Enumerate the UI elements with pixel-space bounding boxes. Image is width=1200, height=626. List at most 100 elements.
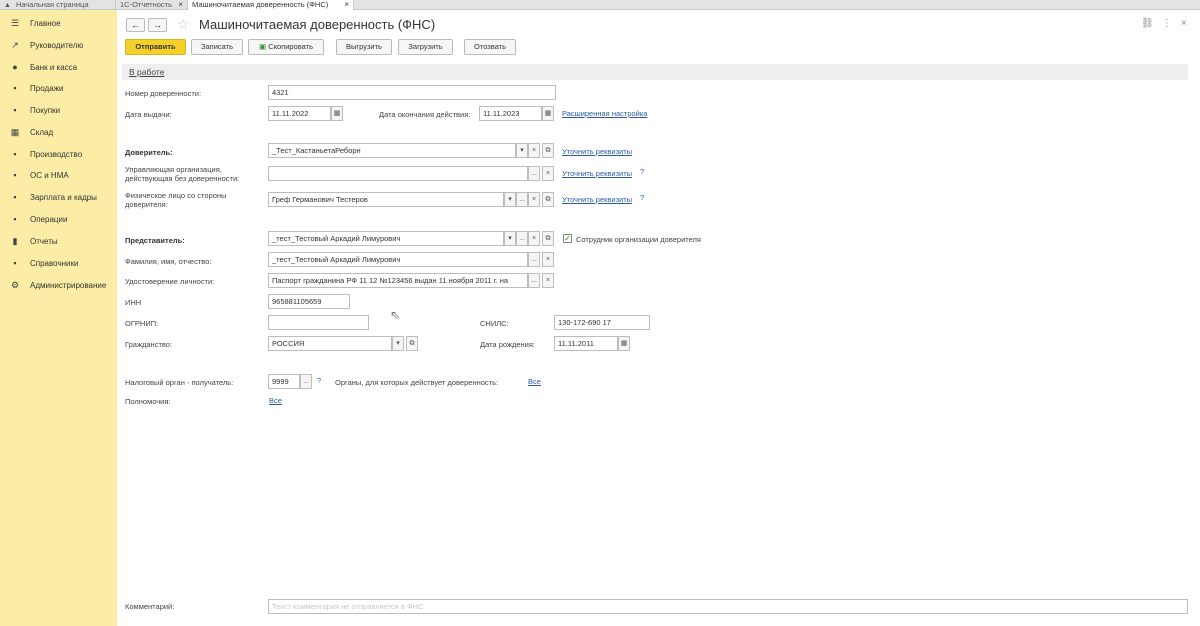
sidebar-item-label: Отчеты (30, 236, 58, 246)
help-icon[interactable]: ? (640, 167, 644, 176)
sidebar-item-fixed-assets[interactable]: ▪ ОС и НМА (0, 165, 117, 185)
home-icon: ▲ (4, 2, 11, 9)
select-icon[interactable]: ... (528, 252, 540, 267)
open-icon[interactable]: ⧉ (542, 192, 554, 207)
dropdown-icon[interactable]: ▾ (504, 192, 516, 207)
revoke-button[interactable]: Отозвать (464, 39, 516, 55)
help-icon[interactable]: ? (640, 193, 644, 202)
copy-button[interactable]: ▣ Скопировать (248, 39, 324, 55)
status-bar: В работе (122, 64, 1188, 80)
citizenship-label: Гражданство: (125, 340, 173, 349)
mgmt-org-label: Управляющая организация, (125, 165, 222, 174)
sidebar-item-label: ОС и НМА (30, 170, 69, 180)
status-link[interactable]: В работе (129, 67, 164, 77)
tab-reporting[interactable]: 1С-Отчетность × (116, 0, 188, 10)
clear-icon[interactable]: × (542, 166, 554, 181)
powers-all-link[interactable]: Все (269, 396, 282, 405)
select-icon[interactable]: ... (516, 192, 528, 207)
select-icon[interactable]: ... (528, 166, 540, 181)
select-icon[interactable]: ... (528, 273, 540, 288)
sidebar-item-operations[interactable]: ▪ Операции (0, 209, 117, 229)
sidebar-item-bank[interactable]: ● Банк и касса (0, 57, 117, 77)
clarify-details-link[interactable]: Уточнить реквизиты (562, 169, 632, 178)
open-icon[interactable]: ⧉ (542, 231, 554, 246)
page-title: Машиночитаемая доверенность (ФНС) (199, 17, 436, 32)
car-icon: ▪ (13, 170, 17, 180)
birth-date-field[interactable]: 11.11.2011 (554, 336, 618, 351)
citizenship-field[interactable]: РОССИЯ (268, 336, 392, 351)
sidebar-item-main[interactable]: ☰ Главное (0, 13, 117, 33)
import-button[interactable]: Загрузить (398, 39, 453, 55)
dropdown-icon[interactable]: ▾ (516, 143, 528, 158)
snils-label: СНИЛС: (480, 319, 509, 328)
issue-date-field[interactable]: 11.11.2022 (268, 106, 331, 121)
select-icon[interactable]: ... (516, 231, 528, 246)
close-icon[interactable]: × (178, 0, 183, 9)
close-icon[interactable]: × (344, 0, 349, 9)
calendar-icon[interactable]: ▦ (618, 336, 630, 351)
clarify-details-link[interactable]: Уточнить реквизиты (562, 147, 632, 156)
dropdown-icon[interactable]: ▾ (392, 336, 404, 351)
tab-home[interactable]: ▲ Начальная страница (0, 0, 116, 10)
tab-home-label: Начальная страница (15, 0, 89, 9)
export-button[interactable]: Выгрузить (336, 39, 392, 55)
calendar-icon[interactable]: ▦ (542, 106, 554, 121)
calendar-icon[interactable]: ▦ (331, 106, 343, 121)
sidebar-item-purchases[interactable]: ▪ Покупки (0, 100, 117, 120)
copy-icon: ▣ (259, 42, 267, 51)
employee-checkbox[interactable]: ✓ (563, 234, 572, 243)
clear-icon[interactable]: × (528, 192, 540, 207)
clarify-details-link[interactable]: Уточнить реквизиты (562, 195, 632, 204)
dropdown-icon[interactable]: ▾ (504, 231, 516, 246)
principal-field[interactable]: _Тест_КастаньетаРеборн (268, 143, 516, 158)
id-document-field[interactable]: Паспорт гражданина РФ 11 12 №123456 выда… (268, 273, 528, 288)
basket-icon: ▪ (13, 105, 17, 115)
ogrnip-field[interactable] (268, 315, 369, 330)
warehouse-icon: ▦ (10, 126, 20, 137)
link-icon[interactable]: ⛓ (1141, 18, 1154, 29)
close-icon[interactable]: × (1181, 18, 1187, 29)
clear-icon[interactable]: × (542, 273, 554, 288)
inn-field[interactable]: 965881105659 (268, 294, 350, 309)
snils-field[interactable]: 130-172-690 17 (554, 315, 650, 330)
select-icon[interactable]: ... (300, 374, 312, 389)
birth-date-label: Дата рождения: (480, 340, 535, 349)
forward-button[interactable]: → (148, 18, 167, 32)
representative-field[interactable]: _тест_Тестовый Аркадий Лимурович (268, 231, 504, 246)
bar-chart-icon: ▮ (12, 235, 18, 246)
sidebar-item-references[interactable]: ▪ Справочники (0, 253, 117, 273)
save-button[interactable]: Записать (191, 39, 243, 55)
trend-icon: ↗ (11, 39, 19, 50)
tab-power-of-attorney[interactable]: Машиночитаемая доверенность (ФНС) × (188, 0, 354, 10)
help-icon[interactable]: ? (317, 376, 321, 385)
send-button[interactable]: Отправить (125, 39, 186, 55)
organs-all-link[interactable]: Все (528, 377, 541, 386)
sidebar-item-label: Справочники (30, 258, 79, 268)
sidebar-item-warehouse[interactable]: ▦ Склад (0, 122, 117, 142)
end-date-field[interactable]: 11.11.2023 (479, 106, 542, 121)
clear-icon[interactable]: × (528, 231, 540, 246)
number-field[interactable]: 4321 (268, 85, 556, 100)
tax-authority-field[interactable]: 9999 (268, 374, 300, 389)
sidebar-item-reports[interactable]: ▮ Отчеты (0, 231, 117, 251)
clear-icon[interactable]: × (528, 143, 540, 158)
sidebar-item-director[interactable]: ↗ Руководителю (0, 35, 117, 55)
comment-field[interactable]: Текст комментария не отправляется в ФНС (268, 599, 1188, 614)
favorite-star-icon[interactable]: ☆ (177, 16, 190, 33)
sidebar-item-label: Зарплата и кадры (30, 192, 97, 202)
clear-icon[interactable]: × (542, 252, 554, 267)
sidebar-item-sales[interactable]: ▪ Продажи (0, 78, 117, 98)
back-button[interactable]: ← (126, 18, 145, 32)
sidebar-item-production[interactable]: ▪ Производство (0, 144, 117, 164)
fio-field[interactable]: _тест_Тестовый Аркадий Лимурович (268, 252, 528, 267)
sidebar-item-salary[interactable]: ▪ Зарплата и кадры (0, 187, 117, 207)
advanced-settings-link[interactable]: Расширенная настройка (562, 109, 647, 118)
open-icon[interactable]: ⧉ (406, 336, 418, 351)
coin-icon: ● (12, 62, 18, 72)
individual-field[interactable]: Греф Германович Тестеров (268, 192, 504, 207)
sidebar-item-label: Продажи (30, 83, 64, 93)
sidebar-item-administration[interactable]: ⚙ Администрирование (0, 275, 117, 295)
open-icon[interactable]: ⧉ (542, 143, 554, 158)
mgmt-org-field[interactable] (268, 166, 528, 181)
more-icon[interactable]: ⋮ (1162, 18, 1172, 29)
